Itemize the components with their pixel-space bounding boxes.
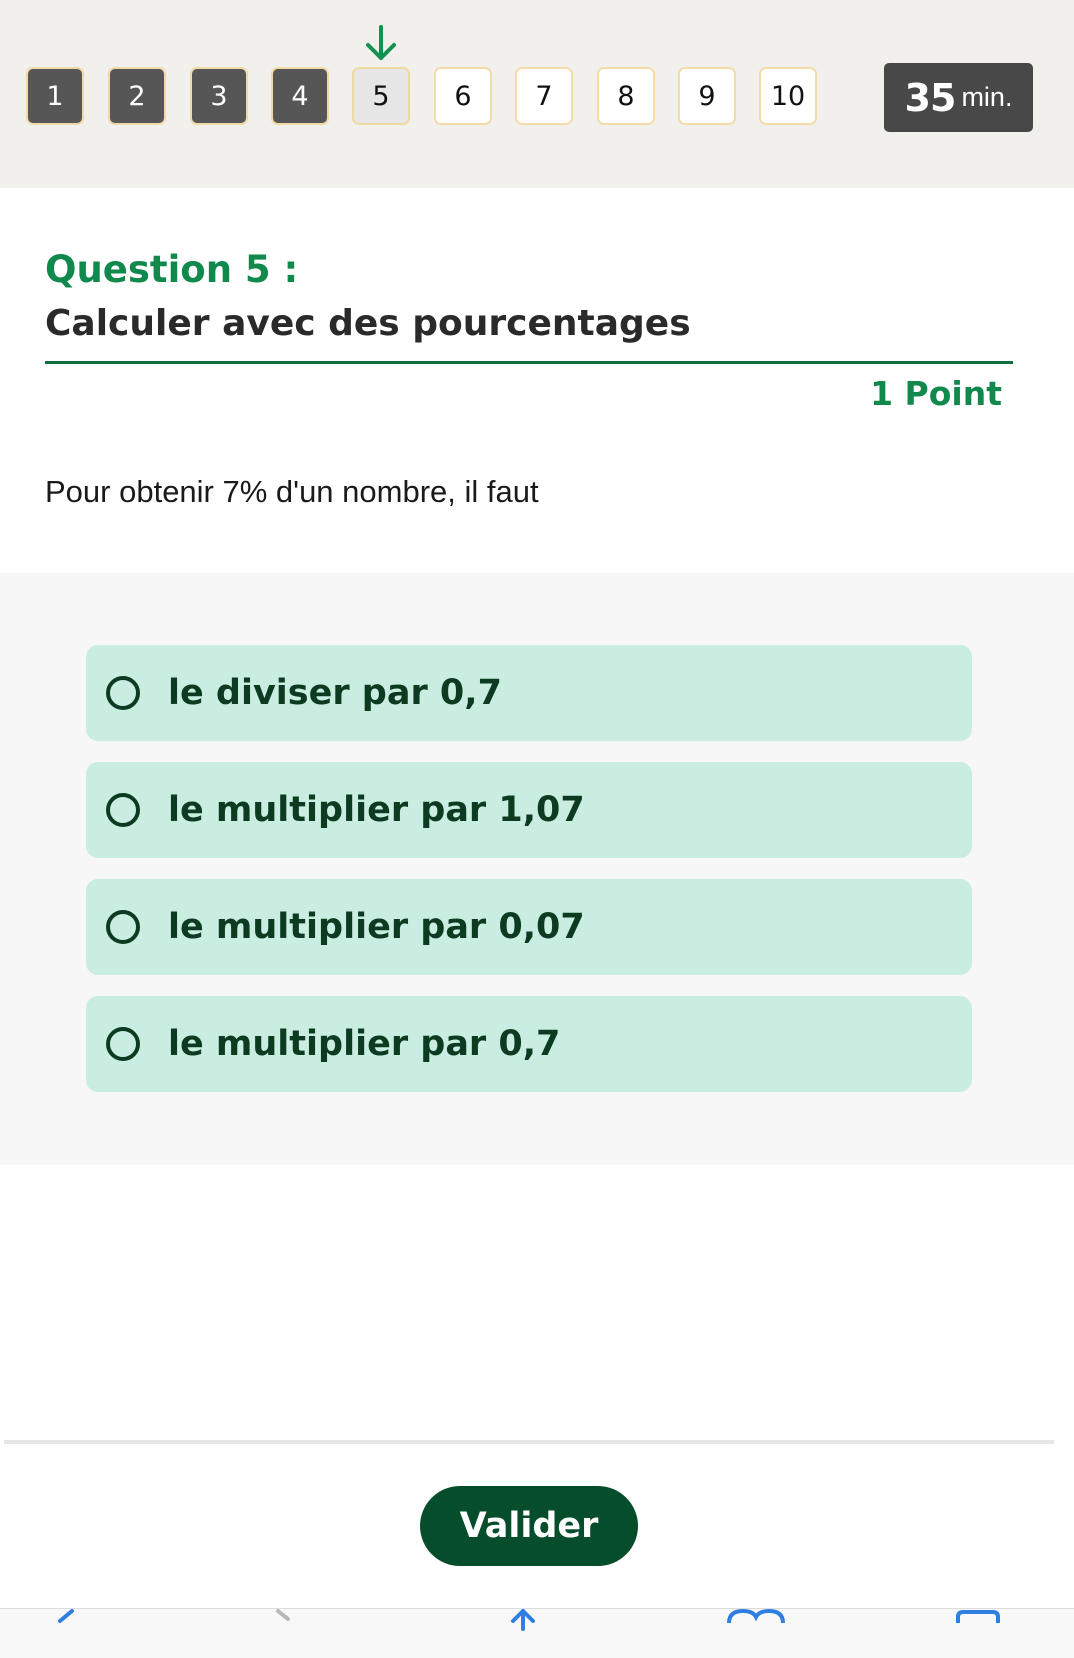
question-number: Question 5 : [45,248,299,291]
tabs-icon[interactable] [955,1609,1001,1658]
step-3-button[interactable]: 3 [190,67,248,125]
question-navigation-bar: 1 2 3 4 5 6 7 8 9 10 35 min. [0,0,1074,188]
step-1-button[interactable]: 1 [26,67,84,125]
answer-option-3[interactable]: le multiplier par 0,07 [86,879,972,975]
step-10-button[interactable]: 10 [759,67,817,125]
submit-button[interactable]: Valider [420,1486,638,1566]
radio-button-icon[interactable] [106,793,140,827]
footer-divider [4,1440,1054,1444]
browser-toolbar [0,1608,1074,1658]
radio-button-icon[interactable] [106,676,140,710]
timer-badge: 35 min. [884,63,1033,132]
question-points: 1 Point [870,374,1002,413]
answer-option-2[interactable]: le multiplier par 1,07 [86,762,972,858]
back-icon[interactable] [50,1609,80,1658]
bookmarks-icon[interactable] [725,1609,787,1658]
timer-unit: min. [961,82,1013,112]
answers-area: le diviser par 0,7 le multiplier par 1,0… [0,573,1074,1165]
radio-button-icon[interactable] [106,910,140,944]
forward-icon[interactable] [270,1609,300,1658]
answer-label: le multiplier par 1,07 [168,790,585,830]
title-divider [45,361,1013,364]
radio-button-icon[interactable] [106,1027,140,1061]
step-9-button[interactable]: 9 [678,67,736,125]
step-5-button[interactable]: 5 [352,67,410,125]
share-icon[interactable] [505,1609,541,1658]
question-title: Calculer avec des pourcentages [45,303,691,344]
answer-label: le multiplier par 0,7 [168,1024,561,1064]
step-4-button[interactable]: 4 [271,67,329,125]
step-6-button[interactable]: 6 [434,67,492,125]
step-7-button[interactable]: 7 [515,67,573,125]
step-2-button[interactable]: 2 [108,67,166,125]
answer-label: le diviser par 0,7 [168,673,502,713]
answer-label: le multiplier par 0,07 [168,907,585,947]
answer-option-1[interactable]: le diviser par 0,7 [86,645,972,741]
timer-value: 35 [904,75,957,120]
step-8-button[interactable]: 8 [597,67,655,125]
question-prompt: Pour obtenir 7% d'un nombre, il faut [45,474,539,509]
answer-option-4[interactable]: le multiplier par 0,7 [86,996,972,1092]
arrow-down-icon [366,25,396,60]
